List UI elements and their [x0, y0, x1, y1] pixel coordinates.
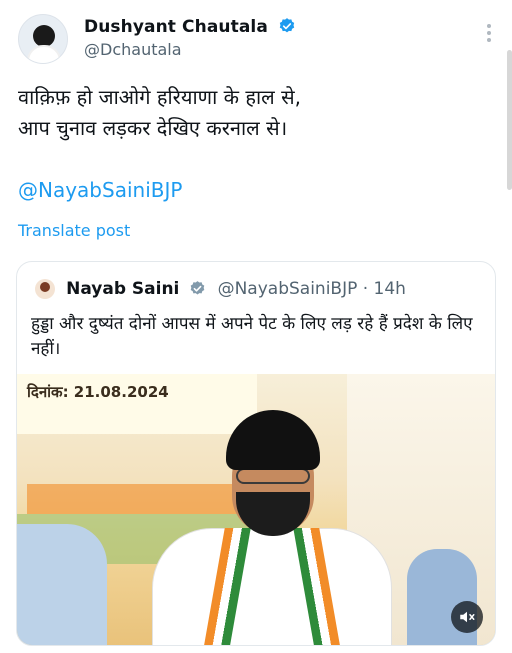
verified-badge-icon [191, 281, 205, 295]
quoted-post-text: हुड्डा और दुष्यंत दोनों आपस में अपने पेट… [31, 314, 473, 359]
author-name-row[interactable]: Dushyant Chautala [84, 17, 296, 37]
verified-badge-icon [279, 18, 295, 33]
post-header: Dushyant Chautala @Dchautala [18, 14, 498, 64]
side-person [17, 524, 107, 645]
quoted-post-video[interactable]: दिनांक: 21.08.2024 [17, 374, 495, 645]
scrollbar[interactable] [507, 50, 512, 190]
translate-post-link[interactable]: Translate post [18, 221, 130, 240]
video-date-caption: दिनांक: 21.08.2024 [27, 383, 169, 401]
speaker-hair [226, 410, 320, 470]
author-handle[interactable]: @Dchautala [84, 40, 182, 59]
mute-button[interactable] [451, 601, 483, 633]
post-body: वाक़िफ़ हो जाओगे हरियाणा के हाल से, आप च… [18, 82, 488, 144]
author-name[interactable]: Dushyant Chautala [84, 17, 268, 37]
post-text-line: वाक़िफ़ हो जाओगे हरियाणा के हाल से, [18, 85, 301, 109]
quoted-post[interactable]: Nayab Saini @NayabSainiBJP · 14h हुड्डा … [16, 261, 496, 646]
quoted-author-name[interactable]: Nayab Saini [66, 279, 179, 299]
mention-link[interactable]: @NayabSainiBJP [18, 178, 182, 202]
author-avatar[interactable] [18, 14, 68, 64]
avatar-body [27, 45, 61, 63]
quoted-author-handle-time[interactable]: @NayabSainiBJP · 14h [218, 279, 406, 299]
quoted-author-avatar[interactable] [35, 278, 55, 299]
avatar-face [33, 25, 55, 47]
post-text-line: आप चुनाव लड़कर देखिए करनाल से। [18, 116, 288, 140]
speaker-figure [152, 410, 392, 645]
mute-icon [460, 611, 475, 623]
speaker-kurta [152, 528, 392, 645]
more-options-icon[interactable] [486, 24, 492, 46]
quoted-post-header: Nayab Saini @NayabSainiBJP · 14h [35, 278, 406, 300]
speaker-glasses [236, 468, 310, 484]
